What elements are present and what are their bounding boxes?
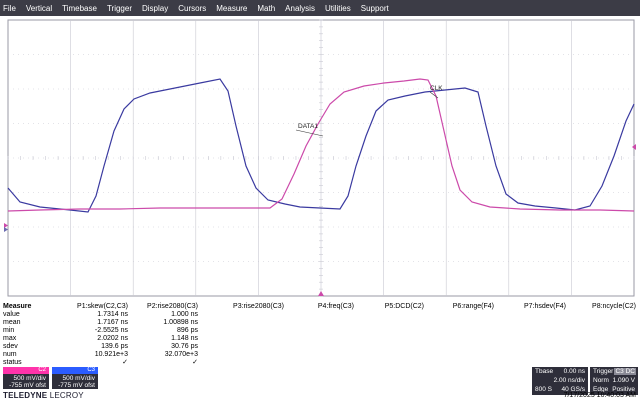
timebase-div: 2.00 ns/div [553, 377, 585, 384]
menu-display[interactable]: Display [137, 4, 173, 13]
c3-offset: -775 mV ofst [58, 382, 95, 389]
channel-c2-descriptor[interactable]: C2 500 mV/div -755 mV ofst [3, 367, 49, 389]
brand-part1: TELEDYNE [3, 391, 48, 400]
c3-body: 500 mV/div -775 mV ofst [52, 374, 98, 389]
menu-math[interactable]: Math [252, 4, 280, 13]
waveform-grid: DATA1 CLK [4, 19, 636, 297]
measure-row-min: min -2.5525 ns 896 ps [0, 327, 640, 335]
timebase-descriptor[interactable]: Tbase 0.00 ns 2.00 ns/div 800 S 40 GS/s [532, 367, 588, 395]
measure-row-mean: mean 1.7167 ns 1.00898 ns [0, 319, 640, 327]
p1-status-check-icon: ✓ [122, 359, 128, 366]
row-label-status: status [3, 359, 22, 366]
param-p4-name[interactable]: P4:freq(C3) [290, 303, 354, 311]
p1-max: 2.0202 ns [97, 335, 128, 342]
status-footer: C2 500 mV/div -755 mV ofst C3 500 mV/div… [0, 367, 640, 400]
menu-file[interactable]: File [0, 4, 21, 13]
p2-status-check-icon: ✓ [192, 359, 198, 366]
param-p8-name[interactable]: P8:ncycle(C2) [568, 303, 636, 311]
brand-logo: TELEDYNE LECROY [3, 391, 84, 400]
c2-header: C2 [3, 367, 49, 374]
row-label-min: min [3, 327, 15, 334]
menu-bar: File Vertical Timebase Trigger Display C… [0, 0, 640, 16]
row-label-value: value [3, 311, 20, 318]
menu-measure[interactable]: Measure [211, 4, 252, 13]
channel-c3-descriptor[interactable]: C3 500 mV/div -775 mV ofst [52, 367, 98, 389]
c2-body: 500 mV/div -755 mV ofst [3, 374, 49, 389]
measure-table: Measure P1:skew(C2,C3) P2:rise2080(C3) P… [0, 301, 640, 367]
date-time: 7/17/2025 10:40:03 AM [563, 392, 636, 399]
p2-min: 896 ps [176, 327, 198, 334]
p1-min: -2.5525 ns [94, 327, 128, 334]
menu-support[interactable]: Support [356, 4, 394, 13]
p2-num: 32.070e+3 [164, 351, 198, 358]
measure-row-num: num 10.921e+3 32.070e+3 [0, 351, 640, 359]
trigger-descriptor[interactable]: Trigger C3 DC Norm 1.090 V Edge Positive [590, 367, 638, 395]
row-label-max: max [3, 335, 17, 342]
c2-offset: -755 mV ofst [9, 382, 46, 389]
param-p2-name[interactable]: P2:rise2080(C3) [136, 303, 198, 311]
param-p1-name[interactable]: P1:skew(C2,C3) [66, 303, 128, 311]
c3-scale: 500 mV/div [62, 375, 95, 382]
timebase-points: 800 S [535, 386, 552, 393]
measure-title: Measure [3, 303, 32, 310]
measure-row-sdev: sdev 139.6 ps 30.76 ps [0, 343, 640, 351]
c3-ground-marker[interactable] [4, 227, 8, 232]
clk-trace-label: CLK [430, 85, 443, 92]
p1-num: 10.921e+3 [94, 351, 128, 358]
trigger-channel: C3 DC [614, 368, 636, 375]
c2-id: C2 [38, 367, 46, 373]
timebase-delay: 0.00 ns [563, 368, 585, 375]
row-label-num: num [3, 351, 17, 358]
p1-mean: 1.7167 ns [97, 319, 128, 326]
trigger-mode: Norm [593, 377, 609, 384]
p1-sdev: 139.6 ps [101, 343, 128, 350]
p2-max: 1.148 ns [171, 335, 198, 342]
param-p6-name[interactable]: P6:range(F4) [430, 303, 494, 311]
c3-id: C3 [87, 367, 95, 373]
measure-row-status: status ✓ ✓ [0, 359, 640, 367]
param-p5-name[interactable]: P5:DCD(C2) [360, 303, 424, 311]
measure-row-value: value 1.7314 ns 1.000 ns [0, 311, 640, 319]
menu-timebase[interactable]: Timebase [57, 4, 102, 13]
menu-analysis[interactable]: Analysis [280, 4, 320, 13]
row-label-mean: mean [3, 319, 21, 326]
c3-header: C3 [52, 367, 98, 374]
row-label-sdev: sdev [3, 343, 18, 350]
brand-part2: LECROY [49, 391, 84, 400]
c2-ground-marker[interactable] [4, 223, 8, 228]
waveform-display[interactable]: DATA1 CLK [0, 16, 640, 301]
p2-sdev: 30.76 ps [171, 343, 198, 350]
measure-row-max: max 2.0202 ns 1.148 ns [0, 335, 640, 343]
timebase-label: Tbase [535, 368, 554, 375]
p1-value: 1.7314 ns [97, 311, 128, 318]
menu-trigger[interactable]: Trigger [102, 4, 137, 13]
trigger-label: Trigger [593, 368, 614, 375]
param-p3-name[interactable]: P3:rise2080(C3) [206, 303, 284, 311]
c2-scale: 500 mV/div [13, 375, 46, 382]
trigger-level: 1.090 V [612, 377, 635, 384]
p2-mean: 1.00898 ns [163, 319, 198, 326]
p2-value: 1.000 ns [171, 311, 198, 318]
param-p7-name[interactable]: P7:hsdev(F4) [498, 303, 566, 311]
data-trace-label: DATA1 [298, 123, 318, 130]
measure-header-row: Measure P1:skew(C2,C3) P2:rise2080(C3) P… [0, 303, 640, 311]
menu-vertical[interactable]: Vertical [21, 4, 57, 13]
menu-utilities[interactable]: Utilities [320, 4, 356, 13]
menu-cursors[interactable]: Cursors [173, 4, 211, 13]
